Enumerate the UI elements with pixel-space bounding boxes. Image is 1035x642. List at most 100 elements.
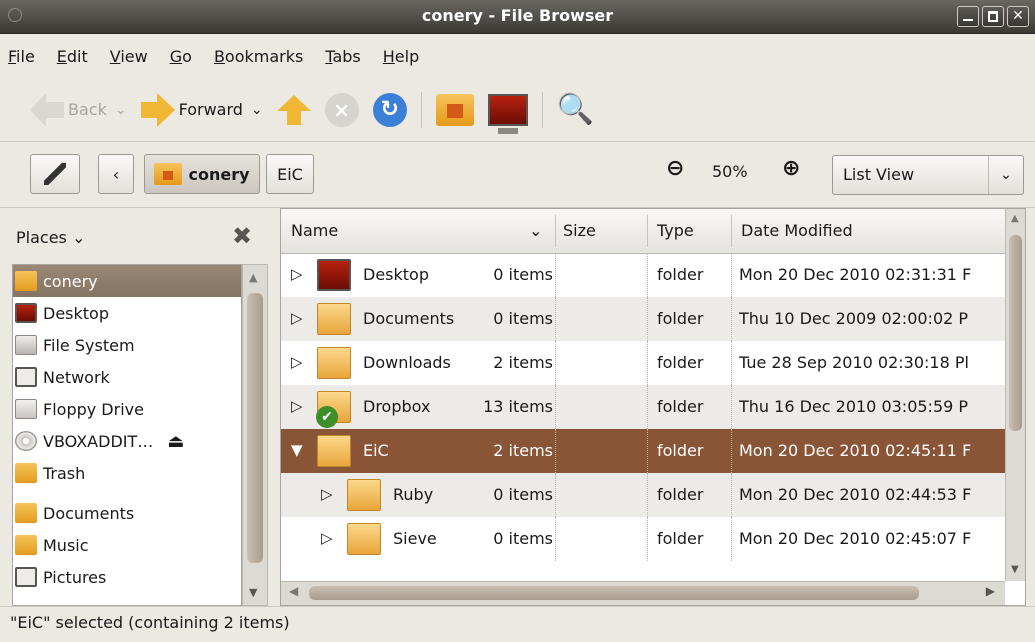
- back-history-dropdown-icon[interactable]: ⌄: [115, 102, 127, 118]
- place-item-desktop[interactable]: Desktop: [13, 297, 241, 329]
- scrollbar-thumb[interactable]: [1009, 235, 1022, 431]
- menu-bookmarks[interactable]: Bookmarks: [214, 47, 303, 66]
- place-item-documents[interactable]: Documents: [13, 497, 241, 529]
- toolbar-separator: [420, 91, 422, 128]
- reload-button[interactable]: ↻: [372, 92, 407, 127]
- place-label: File System: [43, 335, 135, 355]
- expander-icon[interactable]: ▷: [291, 265, 303, 283]
- column-guide: [731, 297, 732, 341]
- column-guide: [555, 385, 556, 429]
- table-row[interactable]: ▷ Sieve 0 items folder Mon 20 Dec 2010 0…: [281, 517, 1005, 561]
- search-button[interactable]: 🔍: [557, 92, 594, 127]
- toggle-location-entry-button[interactable]: [30, 154, 80, 194]
- file-type: folder: [657, 397, 704, 416]
- column-header-date[interactable]: Date Modified: [741, 221, 853, 240]
- scrollbar-thumb[interactable]: [247, 293, 263, 563]
- chevron-down-icon: ⌄: [71, 228, 86, 247]
- zoom-in-icon[interactable]: ⊕: [782, 156, 800, 181]
- file-type: folder: [657, 309, 704, 328]
- column-divider[interactable]: [555, 215, 556, 247]
- close-button[interactable]: ✕: [1007, 6, 1029, 27]
- table-row[interactable]: ▷ Documents 0 items folder Thu 10 Dec 20…: [281, 297, 1005, 341]
- column-header-name[interactable]: Name: [291, 221, 338, 240]
- computer-button[interactable]: [487, 93, 528, 134]
- place-item-network[interactable]: Network: [13, 361, 241, 393]
- file-size: 0 items: [493, 265, 553, 284]
- menu-view[interactable]: View: [110, 47, 148, 66]
- scroll-up-icon[interactable]: ▲: [249, 271, 257, 284]
- places-selector[interactable]: Places ⌄: [16, 228, 85, 247]
- documents-folder-icon: [317, 303, 351, 335]
- place-item-file-system[interactable]: File System: [13, 329, 241, 361]
- minimize-button[interactable]: [957, 6, 979, 27]
- scroll-down-icon[interactable]: ▼: [1011, 564, 1019, 575]
- zoom-out-icon[interactable]: ⊖: [666, 156, 684, 181]
- menu-edit[interactable]: Edit: [57, 47, 88, 66]
- file-type: folder: [657, 529, 704, 548]
- breadcrumb-conery[interactable]: conery: [144, 154, 260, 194]
- scroll-left-icon[interactable]: ◀: [289, 584, 298, 598]
- menu-tabs[interactable]: Tabs: [325, 47, 360, 66]
- table-row[interactable]: ▷ Downloads 2 items folder Tue 28 Sep 20…: [281, 341, 1005, 385]
- pencil-icon: [44, 163, 66, 185]
- place-item-floppy[interactable]: Floppy Drive: [13, 393, 241, 425]
- forward-button[interactable]: Forward ⌄: [140, 92, 263, 127]
- column-guide: [647, 297, 648, 341]
- stop-button[interactable]: ×: [324, 92, 359, 127]
- scrollbar-thumb[interactable]: [309, 586, 919, 600]
- close-sidebar-icon[interactable]: ✖: [232, 222, 252, 250]
- place-item-vboxadditions[interactable]: VBOXADDIT… ⏏: [13, 425, 241, 457]
- table-row[interactable]: ▷ Dropbox 13 items folder Thu 16 Dec 201…: [281, 385, 1005, 429]
- expander-icon[interactable]: ▷: [321, 529, 333, 547]
- column-divider[interactable]: [647, 215, 648, 247]
- view-mode-label: List View: [843, 165, 915, 184]
- table-row[interactable]: ▷ Desktop 0 items folder Mon 20 Dec 2010…: [281, 253, 1005, 297]
- up-arrow-icon: [276, 94, 311, 125]
- expander-icon[interactable]: ▷: [321, 485, 333, 503]
- table-row[interactable]: ▷ Ruby 0 items folder Mon 20 Dec 2010 02…: [281, 473, 1005, 517]
- place-item-trash[interactable]: Trash: [13, 457, 241, 489]
- scroll-up-icon[interactable]: ▲: [1011, 213, 1019, 224]
- up-button[interactable]: [276, 94, 311, 125]
- view-mode-select[interactable]: List View ⌄: [832, 155, 1024, 195]
- column-guide: [647, 473, 648, 517]
- column-guide: [731, 341, 732, 385]
- sidebar-scrollbar[interactable]: ▲ ▼: [242, 264, 268, 606]
- file-date: Mon 20 Dec 2010 02:31:31 F: [739, 265, 972, 284]
- column-header-type[interactable]: Type: [657, 221, 694, 240]
- column-divider[interactable]: [731, 215, 732, 247]
- expander-icon[interactable]: ▼: [291, 441, 303, 459]
- file-size: 13 items: [483, 397, 553, 416]
- file-date: Mon 20 Dec 2010 02:44:53 F: [739, 485, 972, 504]
- eject-icon[interactable]: ⏏: [167, 431, 184, 452]
- file-size: 2 items: [493, 441, 553, 460]
- scroll-down-icon[interactable]: ▼: [249, 586, 257, 599]
- file-type: folder: [657, 353, 704, 372]
- back-arrow-stem: [46, 101, 64, 118]
- forward-history-dropdown-icon[interactable]: ⌄: [251, 102, 263, 118]
- home-button[interactable]: [435, 93, 474, 126]
- sort-chevron-icon[interactable]: ⌄: [529, 221, 542, 240]
- place-item-pictures[interactable]: Pictures: [13, 561, 241, 593]
- menu-file[interactable]: File: [8, 47, 35, 66]
- column-guide: [731, 429, 732, 473]
- titlebar[interactable]: conery - File Browser ✕: [0, 0, 1035, 34]
- back-button[interactable]: Back ⌄: [30, 92, 127, 127]
- column-header-size[interactable]: Size: [563, 221, 596, 240]
- menu-go[interactable]: Go: [170, 47, 192, 66]
- menu-help[interactable]: Help: [383, 47, 419, 66]
- breadcrumb-scroll-left-button[interactable]: ‹: [98, 154, 134, 194]
- place-item-conery[interactable]: conery: [13, 265, 241, 297]
- file-list-horizontal-scrollbar[interactable]: ◀ ▶: [281, 581, 1005, 605]
- scroll-right-icon[interactable]: ▶: [986, 584, 995, 598]
- place-item-music[interactable]: Music: [13, 529, 241, 561]
- breadcrumb-eic[interactable]: EiC: [266, 154, 314, 194]
- maximize-button[interactable]: [982, 6, 1004, 27]
- expander-icon[interactable]: ▷: [291, 309, 303, 327]
- file-list-vertical-scrollbar[interactable]: ▲ ▼: [1005, 209, 1025, 581]
- expander-icon[interactable]: ▷: [291, 397, 303, 415]
- table-row-selected[interactable]: ▼ EiC 2 items folder Mon 20 Dec 2010 02:…: [281, 429, 1005, 473]
- zoom-level[interactable]: 50%: [712, 162, 748, 181]
- expander-icon[interactable]: ▷: [291, 353, 303, 371]
- computer-icon: [487, 93, 528, 134]
